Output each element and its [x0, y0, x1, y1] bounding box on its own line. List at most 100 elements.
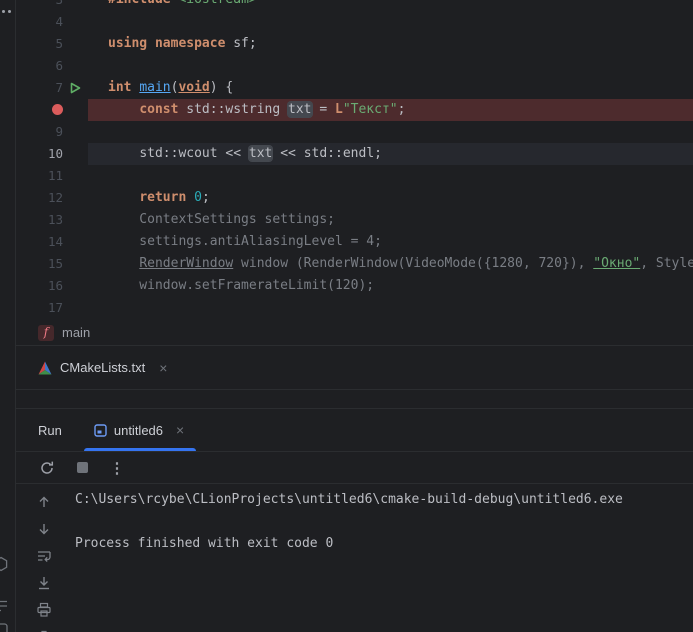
- console-output[interactable]: C:\Users\rcybe\CLionProjects\untitled6\c…: [75, 484, 693, 632]
- line-number: 16: [47, 278, 63, 293]
- code-token: std::wcout: [139, 146, 218, 161]
- code-line[interactable]: 14 settings.antiAliasingLevel = 4;: [16, 231, 693, 253]
- left-toolwindow-strip: [0, 0, 16, 632]
- code-token: #include: [108, 0, 178, 7]
- code-text[interactable]: std::wcout << txt << std::endl;: [88, 143, 693, 165]
- breakpoint-icon[interactable]: [52, 104, 63, 115]
- code-line[interactable]: 15 RenderWindow window (RenderWindow(Vid…: [16, 253, 693, 275]
- editor-gutter[interactable]: 13: [16, 209, 88, 231]
- gutter-icon-slot: [63, 297, 88, 319]
- line-number: [16, 99, 63, 121]
- soft-wrap-icon[interactable]: [36, 548, 52, 564]
- code-token: window.setFramerateLimit(120);: [108, 278, 375, 293]
- code-token: return: [139, 190, 195, 205]
- run-configuration-icon: [94, 423, 107, 437]
- tab-untitled6[interactable]: untitled6 ×: [83, 409, 197, 451]
- code-line[interactable]: 7 int main(void) {: [16, 77, 693, 99]
- more-options-icon[interactable]: ⋮: [108, 459, 126, 477]
- code-text[interactable]: ContextSettings settings;: [88, 209, 693, 231]
- code-editor[interactable]: 3 #include <iostream> 4 5 using namespace sf…: [16, 0, 693, 320]
- services-icon[interactable]: [0, 556, 9, 572]
- code-text[interactable]: #include <iostream>: [88, 0, 693, 11]
- code-line[interactable]: 17: [16, 297, 693, 319]
- code-line[interactable]: 13 ContextSettings settings;: [16, 209, 693, 231]
- gutter-icon-slot: [63, 33, 88, 55]
- run-toolbar: ⋮: [16, 452, 693, 484]
- editor-gutter[interactable]: 17: [16, 297, 88, 319]
- code-token: "Окно": [593, 256, 641, 271]
- editor-gutter[interactable]: 6: [16, 55, 88, 77]
- editor-gutter[interactable]: 7: [16, 77, 88, 99]
- code-text[interactable]: [88, 165, 693, 187]
- line-number: 12: [47, 190, 63, 205]
- run-tab-label: untitled6: [113, 422, 164, 438]
- code-line[interactable]: 5 using namespace sf;: [16, 33, 693, 55]
- code-line[interactable]: 6: [16, 55, 693, 77]
- clion-window: 3 #include <iostream> 4 5 using namespace sf…: [0, 0, 693, 632]
- code-line[interactable]: 4: [16, 11, 693, 33]
- line-number: 14: [47, 234, 63, 249]
- code-token: L: [335, 102, 343, 117]
- code-line[interactable]: 10 std::wcout << txt << std::endl;: [16, 143, 693, 165]
- code-text[interactable]: const std::wstring txt = L"Текст";: [88, 99, 693, 121]
- editor-gutter[interactable]: 11: [16, 165, 88, 187]
- run-line-icon[interactable]: [63, 77, 88, 99]
- editor-gutter[interactable]: 16: [16, 275, 88, 297]
- more-dots-icon[interactable]: [2, 10, 11, 13]
- code-token: <<: [217, 146, 249, 161]
- code-line[interactable]: 3 #include <iostream>: [16, 0, 693, 11]
- editor-gutter[interactable]: [16, 99, 88, 121]
- gutter-icon-slot: [63, 143, 88, 165]
- editor-gutter[interactable]: 10: [16, 143, 88, 165]
- editor-gutter[interactable]: 15: [16, 253, 88, 275]
- console-line-path: C:\Users\rcybe\CLionProjects\untitled6\c…: [75, 492, 623, 507]
- code-text[interactable]: using namespace sf;: [88, 33, 693, 55]
- tab-cmakelists[interactable]: CMakeLists.txt ×: [38, 360, 169, 375]
- code-text[interactable]: int main(void) {: [88, 77, 693, 99]
- code-text[interactable]: return 0;: [88, 187, 693, 209]
- stop-icon[interactable]: [73, 459, 91, 477]
- code-line[interactable]: 11: [16, 165, 693, 187]
- editor-gutter[interactable]: 5: [16, 33, 88, 55]
- code-text[interactable]: [88, 55, 693, 77]
- editor-empty-area: [16, 390, 693, 408]
- line-number: 10: [47, 146, 63, 161]
- code-text[interactable]: [88, 297, 693, 319]
- code-token: std::endl: [303, 146, 375, 161]
- editor-gutter[interactable]: 4: [16, 11, 88, 33]
- editor-gutter[interactable]: 3: [16, 0, 88, 11]
- close-icon[interactable]: ×: [157, 361, 169, 375]
- todo-list-icon[interactable]: [0, 598, 9, 614]
- rerun-icon[interactable]: [38, 459, 56, 477]
- scroll-to-end-icon[interactable]: [36, 575, 52, 591]
- toolwindow-title[interactable]: Run: [16, 423, 62, 438]
- code-line[interactable]: 9: [16, 121, 693, 143]
- code-text[interactable]: [88, 11, 693, 33]
- console-line-exit: Process finished with exit code 0: [75, 536, 334, 551]
- print-icon[interactable]: [36, 602, 52, 618]
- code-token: RenderWindow: [139, 256, 234, 271]
- gutter-icon-slot: [63, 0, 88, 11]
- code-line[interactable]: 12 return 0;: [16, 187, 693, 209]
- editor-gutter[interactable]: 14: [16, 231, 88, 253]
- code-text[interactable]: RenderWindow window (RenderWindow(VideoM…: [88, 253, 693, 275]
- code-text[interactable]: settings.antiAliasingLevel = 4;: [88, 231, 693, 253]
- gutter-icon-slot: [63, 275, 88, 297]
- bottom-tool-icon[interactable]: [0, 622, 9, 632]
- editor-gutter[interactable]: 9: [16, 121, 88, 143]
- code-line[interactable]: 16 window.setFramerateLimit(120);: [16, 275, 693, 297]
- down-arrow-icon[interactable]: [36, 521, 52, 537]
- code-token: "Текст": [342, 102, 398, 117]
- editor-gutter[interactable]: 12: [16, 187, 88, 209]
- close-icon[interactable]: ×: [174, 423, 186, 437]
- code-text[interactable]: window.setFramerateLimit(120);: [88, 275, 693, 297]
- editor-tab-bar: CMakeLists.txt ×: [16, 346, 693, 390]
- line-number: 17: [47, 300, 63, 315]
- breadcrumb[interactable]: main: [62, 325, 90, 340]
- tab-label: CMakeLists.txt: [60, 360, 146, 375]
- code-line[interactable]: const std::wstring txt = L"Текст";: [16, 99, 693, 121]
- gutter-icon-slot: [63, 187, 88, 209]
- up-arrow-icon[interactable]: [36, 494, 52, 510]
- code-text[interactable]: [88, 121, 693, 143]
